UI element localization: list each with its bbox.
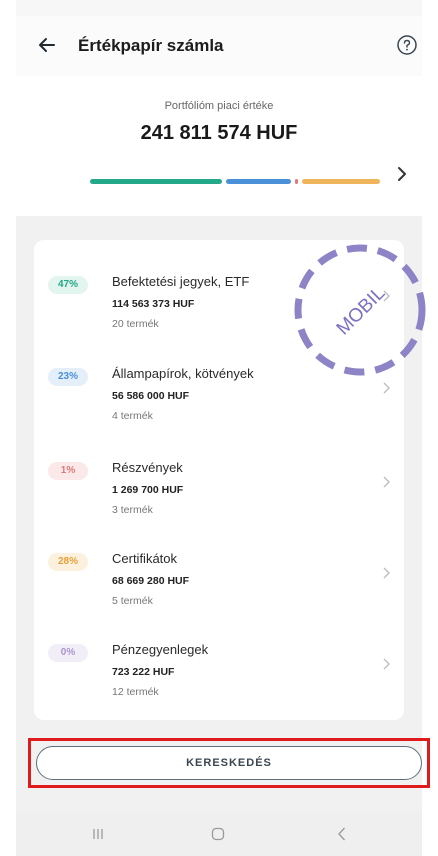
category-value: 56 586 000 HUF [112, 390, 190, 402]
phone-screen: Értékpapír számla Portfólióm piaci érték… [16, 0, 422, 856]
chevron-right-icon [383, 567, 390, 579]
category-percent-badge: 28% [48, 553, 88, 571]
category-count: 4 termék [112, 410, 153, 422]
mobil-stamp: MOBIL [294, 244, 426, 376]
app-bar: Értékpapír számla [16, 16, 422, 76]
category-row[interactable]: 0% Pénzegyenlegek 723 222 HUF 12 termék [34, 636, 404, 730]
category-name: Certifikátok [112, 551, 178, 566]
page-title: Értékpapír számla [78, 36, 224, 55]
chevron-right-icon[interactable] [392, 164, 412, 184]
portfolio-value-label: Portfólióm piaci értéke [164, 100, 274, 112]
status-bar [16, 0, 422, 16]
category-value: 68 669 280 HUF [112, 575, 190, 587]
allocation-segment [301, 179, 381, 184]
category-row[interactable]: 28% Certifikátok 68 669 280 HUF 5 termék [34, 545, 404, 639]
chevron-right-icon [383, 476, 390, 488]
chevron-right-icon [383, 382, 390, 394]
category-name: Befektetési jegyek, ETF [112, 274, 250, 289]
home-icon[interactable] [208, 824, 228, 844]
help-circle-icon[interactable] [396, 34, 418, 56]
category-value: 1 269 700 HUF [112, 484, 184, 496]
portfolio-summary[interactable]: Portfólióm piaci értéke 241 811 574 HUF [16, 76, 422, 216]
category-percent-badge: 1% [48, 462, 88, 480]
allocation-segment [294, 179, 298, 184]
category-name: Pénzegyenlegek [112, 642, 209, 657]
stamp-text: MOBIL [333, 283, 390, 340]
category-value: 723 222 HUF [112, 666, 175, 678]
category-percent-badge: 23% [48, 368, 88, 386]
category-percent-badge: 0% [48, 644, 88, 662]
category-count: 5 termék [112, 595, 153, 607]
category-name: Részvények [112, 460, 183, 475]
category-percent-badge: 47% [48, 276, 88, 294]
category-count: 3 termék [112, 504, 153, 516]
allocation-segment [225, 179, 291, 184]
system-nav-bar [16, 812, 422, 856]
nav-back-icon[interactable] [332, 824, 352, 844]
arrow-left-icon[interactable] [36, 34, 58, 56]
category-row[interactable]: 1% Részvények 1 269 700 HUF 3 termék [34, 454, 404, 548]
recent-apps-icon[interactable] [88, 824, 108, 844]
trade-button[interactable]: KERESKEDÉS [36, 746, 422, 780]
allocation-segment [90, 179, 222, 184]
category-count: 12 termék [112, 686, 159, 698]
category-value: 114 563 373 HUF [112, 298, 195, 310]
category-name: Állampapírok, kötvények [112, 366, 254, 381]
category-count: 20 termék [112, 318, 159, 330]
portfolio-value: 241 811 574 HUF [140, 122, 298, 144]
allocation-bar [90, 179, 381, 184]
chevron-right-icon [383, 658, 390, 670]
